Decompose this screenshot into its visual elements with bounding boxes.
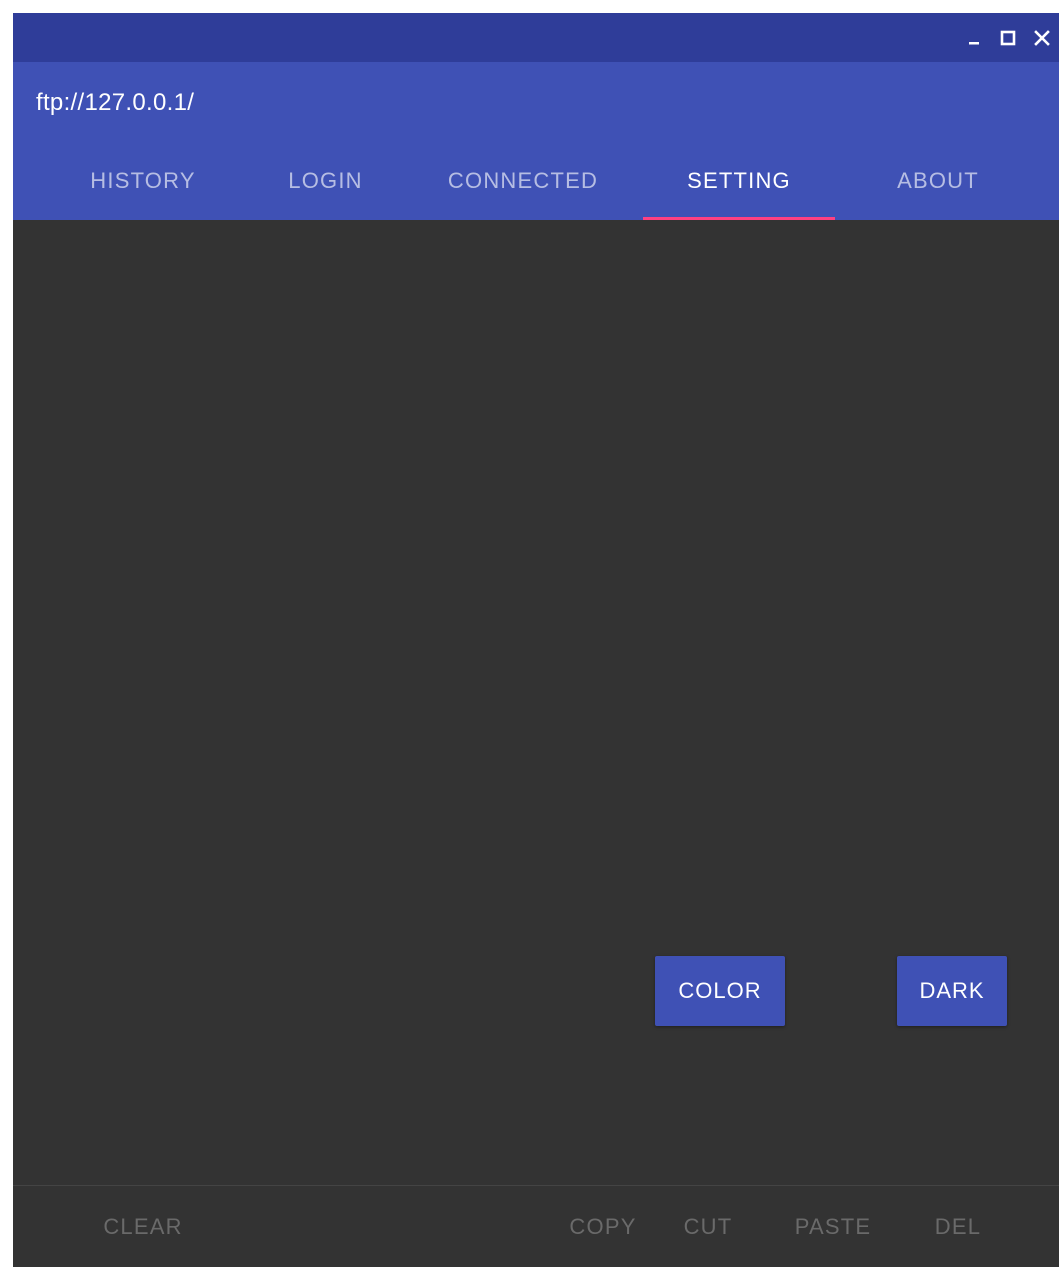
tab-login[interactable]: LOGIN [243,142,408,220]
del-button[interactable]: DEL [913,1186,1003,1267]
copy-button[interactable]: COPY [553,1186,653,1267]
app-window: ftp://127.0.0.1/ HISTORY LOGIN CONNECTED… [13,13,1059,1267]
settings-panel: COLOR DARK [13,220,1059,1185]
title-bar[interactable] [13,13,1059,62]
tab-history[interactable]: HISTORY [43,142,243,220]
maximize-icon [1000,30,1016,45]
close-icon [1034,29,1050,46]
paste-button[interactable]: PASTE [778,1186,888,1267]
app-bar: ftp://127.0.0.1/ HISTORY LOGIN CONNECTED… [13,62,1059,220]
close-button[interactable] [1025,21,1059,55]
window-controls [957,13,1059,62]
address-label: ftp://127.0.0.1/ [36,89,195,116]
color-button[interactable]: COLOR [655,956,785,1026]
clear-button[interactable]: CLEAR [83,1186,203,1267]
tab-about[interactable]: ABOUT [843,142,1033,220]
tab-setting[interactable]: SETTING [643,142,835,220]
tab-connected[interactable]: CONNECTED [423,142,623,220]
bottom-toolbar: CLEAR COPY CUT PASTE DEL [13,1185,1059,1267]
tab-bar: HISTORY LOGIN CONNECTED SETTING ABOUT [13,142,1059,220]
maximize-button[interactable] [991,21,1025,55]
minimize-icon [969,41,979,44]
minimize-button[interactable] [957,21,991,55]
dark-button[interactable]: DARK [897,956,1007,1026]
cut-button[interactable]: CUT [668,1186,748,1267]
